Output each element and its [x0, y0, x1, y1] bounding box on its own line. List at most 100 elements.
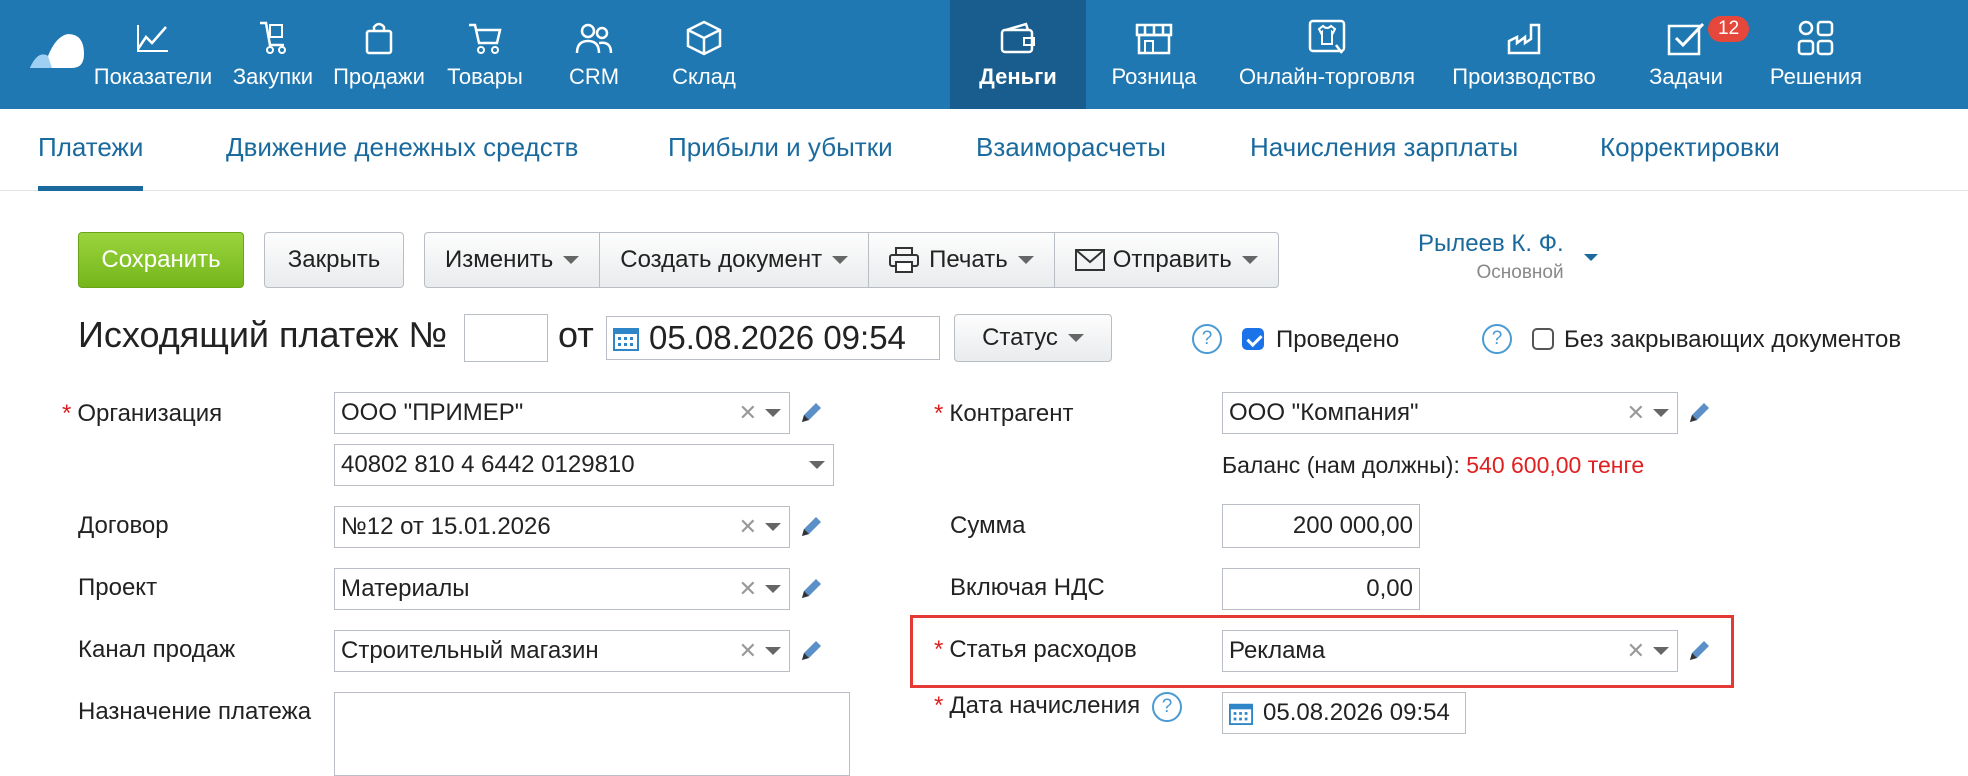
clear-icon[interactable]: ✕: [739, 514, 757, 540]
edit-pencil-icon[interactable]: [1686, 400, 1712, 426]
nav-label: CRM: [568, 64, 620, 89]
nav-item-sales[interactable]: Продажи: [333, 0, 425, 109]
required-marker: *: [62, 400, 72, 427]
cart-hand-icon: [256, 18, 290, 58]
posted-checkbox[interactable]: [1242, 328, 1264, 350]
tasks-count-badge: 12: [1708, 16, 1750, 42]
edit-label: Изменить: [445, 246, 554, 273]
contract-select[interactable]: №12 от 15.01.2026 ✕: [334, 506, 790, 548]
required-marker: *: [934, 636, 944, 663]
organization-select[interactable]: ООО "ПРИМЕР" ✕: [334, 392, 790, 434]
edit-dropdown-button[interactable]: Изменить: [425, 233, 601, 287]
chevron-down-icon: [563, 256, 580, 264]
nav-item-retail[interactable]: Розница: [1108, 0, 1200, 109]
chevron-down-icon: [1067, 334, 1084, 342]
no-closing-docs-checkbox[interactable]: [1532, 328, 1554, 350]
nav-item-indicators[interactable]: Показатели: [94, 0, 212, 109]
edit-pencil-icon[interactable]: [1686, 638, 1712, 664]
tab-payroll[interactable]: Начисления зарплаты: [1250, 109, 1518, 191]
clear-icon[interactable]: ✕: [739, 400, 757, 426]
logo-icon[interactable]: [28, 28, 86, 72]
vat-input[interactable]: 0,00: [1222, 568, 1420, 610]
organization-value: ООО "ПРИМЕР": [341, 399, 524, 426]
clear-icon[interactable]: ✕: [1627, 638, 1645, 664]
edit-pencil-icon[interactable]: [798, 638, 824, 664]
tab-adjustments[interactable]: Корректировки: [1600, 109, 1780, 191]
nav-item-goods[interactable]: Товары: [447, 0, 523, 109]
required-marker: *: [934, 692, 944, 719]
clear-icon[interactable]: ✕: [739, 576, 757, 602]
clear-icon[interactable]: ✕: [1627, 400, 1645, 426]
sales-channel-value: Строительный магазин: [341, 637, 599, 664]
expense-item-value: Реклама: [1229, 637, 1326, 664]
select-controls: ✕: [1627, 393, 1669, 433]
chevron-down-icon[interactable]: [765, 647, 781, 655]
user-role: Основной: [1476, 262, 1564, 283]
nav-item-online[interactable]: Онлайн-торговля: [1236, 0, 1418, 109]
nav-item-money[interactable]: Деньги: [950, 0, 1086, 109]
nav-item-purchases[interactable]: Закупки: [230, 0, 316, 109]
send-dropdown-button[interactable]: Отправить: [1055, 233, 1278, 287]
select-controls: ✕: [739, 393, 781, 433]
select-controls: ✕: [1627, 631, 1669, 671]
chevron-down-icon: [832, 256, 849, 264]
chevron-down-icon[interactable]: [1653, 409, 1669, 417]
sales-channel-select[interactable]: Строительный магазин ✕: [334, 630, 790, 672]
save-button[interactable]: Сохранить: [78, 232, 244, 288]
chevron-down-icon[interactable]: [765, 409, 781, 417]
help-icon[interactable]: ?: [1482, 324, 1512, 354]
chevron-down-icon[interactable]: [765, 523, 781, 531]
nav-label: Товары: [447, 64, 523, 89]
accrual-date-label-text: Дата начисления: [949, 692, 1141, 719]
project-value: Материалы: [341, 575, 470, 602]
user-name: Рылеев К. Ф.: [1418, 230, 1564, 257]
document-date-input[interactable]: 05.08.2026 09:54: [606, 316, 940, 360]
bank-account-select[interactable]: 40802 810 4 6442 0129810: [334, 444, 834, 486]
accrual-date-input[interactable]: 05.08.2026 09:54: [1222, 692, 1466, 734]
tab-settlements[interactable]: Взаиморасчеты: [976, 109, 1166, 191]
nav-item-crm[interactable]: CRM: [564, 0, 624, 109]
chevron-down-icon[interactable]: [765, 585, 781, 593]
create-document-label: Создать документ: [620, 246, 823, 273]
project-select[interactable]: Материалы ✕: [334, 568, 790, 610]
chevron-down-icon[interactable]: [809, 461, 825, 469]
create-document-dropdown-button[interactable]: Создать документ: [600, 233, 870, 287]
page-title: Исходящий платеж №: [78, 314, 448, 355]
help-icon[interactable]: ?: [1192, 324, 1222, 354]
document-number-input[interactable]: [464, 314, 548, 362]
user-menu[interactable]: Рылеев К. Ф. Основной: [1418, 230, 1598, 284]
help-icon[interactable]: ?: [1152, 692, 1182, 722]
nav-item-tasks[interactable]: Задачи 12: [1646, 0, 1750, 109]
clear-icon[interactable]: ✕: [739, 638, 757, 664]
people-icon: [575, 18, 613, 58]
posted-label: Проведено: [1276, 326, 1400, 353]
payment-purpose-textarea[interactable]: [334, 692, 850, 776]
top-navigation: Показатели Закупки Продажи Товары CRM Ск…: [0, 0, 1968, 109]
project-label: Проект: [78, 574, 158, 601]
nav-item-solutions[interactable]: Решения: [1766, 0, 1866, 109]
select-controls: ✕: [739, 569, 781, 609]
print-dropdown-button[interactable]: Печать: [869, 233, 1055, 287]
expense-item-select[interactable]: Реклама ✕: [1222, 630, 1678, 672]
vat-label: Включая НДС: [950, 574, 1105, 601]
tab-payments[interactable]: Платежи: [38, 109, 144, 191]
sum-input[interactable]: 200 000,00: [1222, 504, 1420, 548]
chevron-down-icon[interactable]: [1653, 647, 1669, 655]
send-label: Отправить: [1112, 246, 1232, 273]
sum-label: Сумма: [950, 512, 1026, 539]
tab-cash-flow[interactable]: Движение денежных средств: [226, 109, 578, 191]
counterparty-select[interactable]: ООО "Компания" ✕: [1222, 392, 1678, 434]
accrual-date-value: 05.08.2026 09:54: [1263, 699, 1450, 726]
edit-pencil-icon[interactable]: [798, 400, 824, 426]
edit-pencil-icon[interactable]: [798, 576, 824, 602]
close-button[interactable]: Закрыть: [264, 232, 404, 288]
nav-label: Показатели: [93, 64, 213, 89]
tab-profit-loss[interactable]: Прибыли и убытки: [668, 109, 893, 191]
store-icon: [1135, 18, 1173, 58]
balance-info: Баланс (нам должны): 540 600,00 тенге: [1222, 452, 1644, 479]
edit-pencil-icon[interactable]: [798, 514, 824, 540]
bank-account-value: 40802 810 4 6442 0129810: [341, 451, 635, 478]
status-dropdown[interactable]: Статус: [954, 314, 1112, 362]
nav-item-warehouse[interactable]: Склад: [662, 0, 746, 109]
nav-item-production[interactable]: Производство: [1450, 0, 1598, 109]
